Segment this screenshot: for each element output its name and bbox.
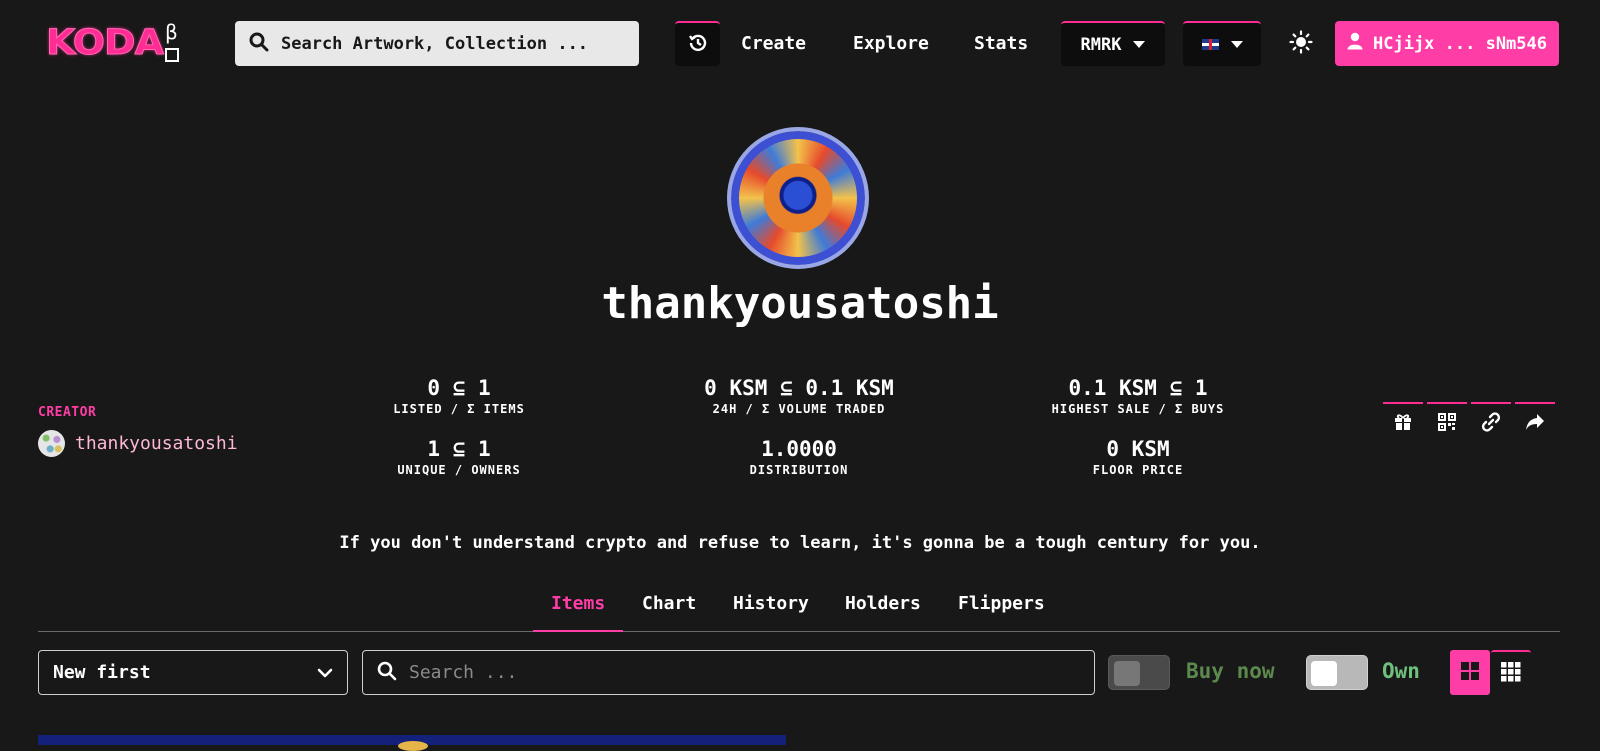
share-icon [1525,413,1545,435]
grid-small-icon [1501,661,1521,686]
copy-link-button[interactable] [1471,402,1511,444]
stat-value: 1 ⊆ 1 [427,437,491,461]
stat-label: UNIQUE / OWNERS [397,463,521,477]
chain-selector-label: RMRK [1080,34,1122,55]
search-icon [377,661,397,685]
search-icon [249,32,269,56]
tab-holders[interactable]: Holders [845,592,921,632]
logo-text: KODA [46,21,165,63]
large-grid-view-button[interactable] [1450,650,1490,695]
stat-value: 0 KSM [1106,437,1170,461]
history-button[interactable] [675,21,720,66]
sort-select-value: New first [53,662,151,683]
stat-volume-traded: 0 KSM ⊆ 0.1 KSM 24H / Σ VOLUME TRADED [669,376,929,416]
small-grid-view-button[interactable] [1491,650,1531,695]
tab-flippers[interactable]: Flippers [958,592,1045,632]
toggle-knob [1311,661,1337,686]
uk-flag-icon [1201,39,1219,50]
account-button[interactable]: HCjijx ... sNm546 [1335,21,1559,66]
grid-large-icon [1461,661,1479,684]
own-toggle[interactable] [1306,655,1368,690]
chevron-down-icon [1230,41,1243,48]
stat-distribution: 1.0000 DISTRIBUTION [669,437,929,477]
stat-label: DISTRIBUTION [749,463,849,477]
toggle-knob [1114,661,1140,686]
nav-stats-link[interactable]: Stats [974,21,1028,66]
account-address: HCjijx ... sNm546 [1373,33,1547,54]
qr-code-button[interactable] [1427,402,1467,444]
item-search-input[interactable] [409,662,1089,683]
creator-avatar [38,430,65,457]
stat-value: 0 ⊆ 1 [427,376,491,400]
nav-create-link[interactable]: Create [741,21,806,66]
collection-description: If you don't understand crypto and refus… [339,533,1261,553]
buy-now-toggle[interactable] [1108,655,1170,690]
creator-label: CREATOR [38,405,97,420]
chevron-down-icon [317,662,333,683]
stat-label: FLOOR PRICE [1092,463,1184,477]
stat-value: 0.1 KSM ⊆ 1 [1068,376,1208,400]
chain-selector[interactable]: RMRK [1061,21,1165,66]
theme-toggle-button[interactable] [1288,30,1314,58]
item-search[interactable] [362,650,1095,695]
stat-highest-sale: 0.1 KSM ⊆ 1 HIGHEST SALE / Σ BUYS [1008,376,1268,416]
chevron-down-icon [1133,41,1146,48]
logo-beta-badge: β [165,20,179,62]
global-search-input[interactable] [281,33,611,54]
link-icon [1481,412,1501,436]
collection-tabs: Items Chart History Holders Flippers [38,592,1560,632]
stat-value: 0 KSM ⊆ 0.1 KSM [704,376,894,400]
gift-button[interactable] [1383,402,1423,444]
tab-chart[interactable]: Chart [642,592,696,632]
top-navbar: KODA β Create Explore Stats RMRK HCjijx … [0,0,1600,88]
stat-label: 24H / Σ VOLUME TRADED [712,402,886,416]
collection-avatar [727,127,869,269]
sun-icon [1289,30,1313,58]
tab-items[interactable]: Items [532,592,624,632]
own-label: Own [1382,659,1420,683]
koda-logo[interactable]: KODA β [46,18,179,66]
language-selector[interactable] [1183,21,1261,66]
gift-icon [1394,413,1412,435]
qr-code-icon [1438,413,1456,435]
buy-now-label: Buy now [1186,659,1275,683]
stat-label: LISTED / Σ ITEMS [393,402,525,416]
stat-floor-price: 0 KSM FLOOR PRICE [1008,437,1268,477]
user-icon [1347,32,1363,55]
stat-value: 1.0000 [761,437,837,461]
sort-select[interactable]: New first [38,650,348,695]
collection-title: thankyousatoshi [601,278,999,329]
creator-name: thankyousatoshi [75,433,238,454]
tab-history[interactable]: History [733,592,809,632]
stat-listed-items: 0 ⊆ 1 LISTED / Σ ITEMS [329,376,589,416]
stat-unique-owners: 1 ⊆ 1 UNIQUE / OWNERS [329,437,589,477]
history-icon [687,32,709,58]
nft-card[interactable] [38,735,786,751]
global-search[interactable] [235,21,639,66]
share-button[interactable] [1515,402,1555,444]
creator-link[interactable]: thankyousatoshi [38,430,238,457]
nav-explore-link[interactable]: Explore [853,21,929,66]
stat-label: HIGHEST SALE / Σ BUYS [1051,402,1225,416]
